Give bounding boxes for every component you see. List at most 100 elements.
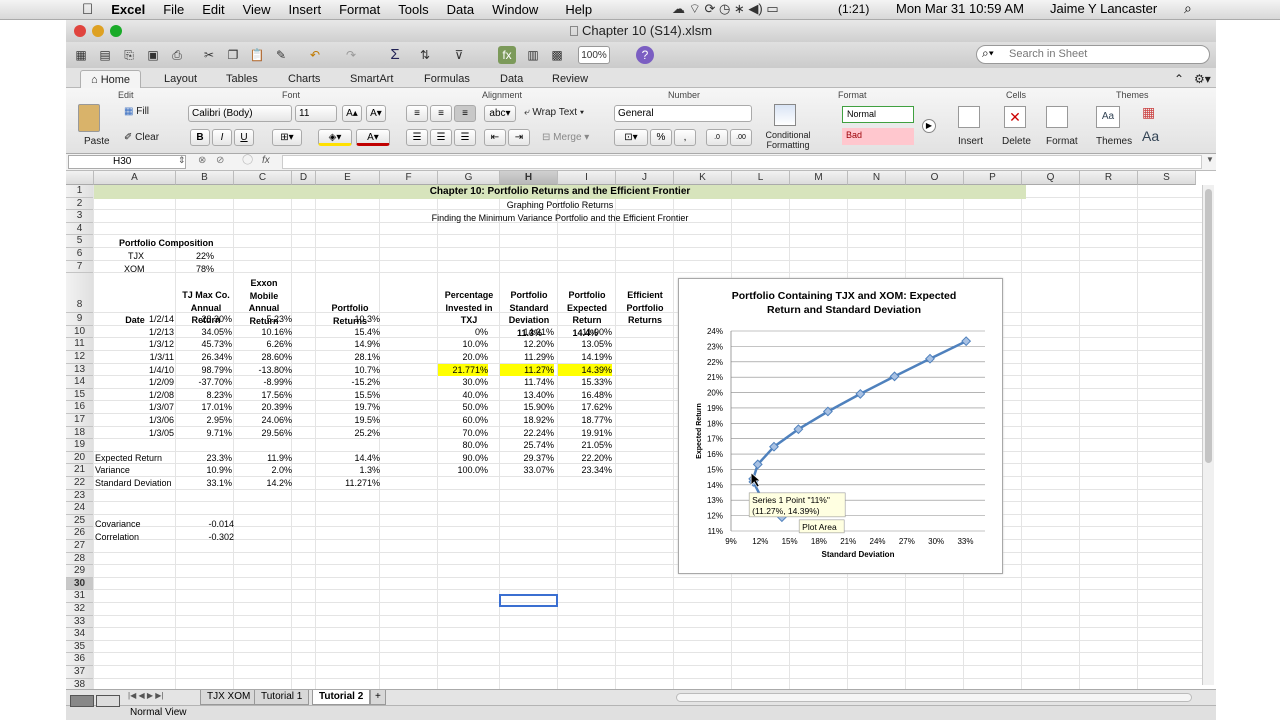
row-header-33[interactable]: 33 (66, 615, 94, 629)
stat-portfolio-cell[interactable]: 14.4% (318, 452, 380, 465)
sheet-subtitle-2[interactable]: Finding the Minimum Variance Portfolio a… (94, 212, 1026, 225)
row-header-26[interactable]: 26 (66, 527, 94, 540)
paste-icon[interactable]: 📋 (248, 46, 266, 64)
date-cell[interactable]: 1/2/14 (94, 313, 174, 326)
row-header-19[interactable]: 19 (66, 439, 94, 452)
add-sheet-button[interactable]: + (370, 690, 386, 705)
row-header-27[interactable]: 27 (66, 540, 94, 553)
column-header-r[interactable]: R (1080, 171, 1138, 185)
portfolio-std-cell[interactable]: 15.90% (500, 401, 554, 414)
column-header-n[interactable]: N (848, 171, 906, 185)
row-header-8[interactable]: 8 (66, 273, 94, 314)
portfolio-return-cell[interactable]: 19.7% (318, 401, 380, 414)
row-header-13[interactable]: 13 (66, 363, 94, 377)
portfolio-expected-cell[interactable]: 22.20% (558, 452, 612, 465)
column-header-j[interactable]: J (616, 171, 674, 185)
xom-weight[interactable]: 78% (178, 263, 214, 276)
sort-icon[interactable]: ⇅ (416, 46, 434, 64)
menu-view[interactable]: View (234, 2, 280, 17)
portfolio-expected-cell[interactable]: 14.39% (558, 363, 612, 377)
row-header-31[interactable]: 31 (66, 590, 94, 603)
sheet-tab-tutorial-1[interactable]: Tutorial 1 (254, 690, 310, 705)
align-right-icon[interactable]: ☰ (454, 129, 476, 146)
gallery-icon[interactable]: ▥ (524, 46, 542, 64)
font-size-select[interactable]: 11 (295, 105, 337, 122)
align-left-icon[interactable]: ☰ (406, 129, 428, 146)
portfolio-return-cell[interactable]: 15.5% (318, 389, 380, 402)
header-pct-invested[interactable]: Percentage Invested in TXJ (438, 289, 500, 327)
tjx-return-cell[interactable]: 9.71% (178, 427, 232, 440)
wrap-text-button[interactable]: ⤶ Wrap Text ▾ (524, 107, 584, 118)
portfolio-expected-cell[interactable]: 13.05% (558, 338, 612, 351)
row-header-12[interactable]: 12 (66, 351, 94, 364)
sheet-subtitle-1[interactable]: Graphing Portfolio Returns (94, 199, 1026, 212)
zoom-field[interactable]: 100% (578, 46, 610, 64)
page-layout-view-icon[interactable] (96, 695, 120, 707)
tjx-return-cell[interactable]: 26.34% (178, 351, 232, 364)
date-cell[interactable]: 1/3/05 (94, 427, 174, 440)
portfolio-return-cell[interactable]: -15.2% (318, 376, 380, 389)
covariance-value[interactable]: -0.014 (178, 518, 234, 531)
row-header-25[interactable]: 25 (66, 514, 94, 528)
row-header-7[interactable]: 7 (66, 260, 94, 274)
row-header-34[interactable]: 34 (66, 628, 94, 641)
select-all-corner[interactable] (66, 171, 94, 185)
portfolio-return-cell[interactable]: 19.5% (318, 414, 380, 427)
tab-smartart[interactable]: SmartArt (340, 70, 403, 88)
date-cell[interactable]: 1/2/13 (94, 326, 174, 339)
tab-home[interactable]: ⌂ Home (80, 70, 142, 88)
close-window-button[interactable] (74, 25, 86, 37)
portfolio-std-cell[interactable]: 29.37% (500, 452, 554, 465)
row-header-37[interactable]: 37 (66, 666, 94, 679)
column-header-i[interactable]: I (558, 171, 616, 185)
shrink-font-icon[interactable]: A▾ (366, 105, 386, 122)
portfolio-return-cell[interactable]: 28.1% (318, 351, 380, 364)
xom-return-cell[interactable]: -8.99% (236, 376, 292, 389)
column-header-c[interactable]: C (234, 171, 292, 185)
correlation-label[interactable]: Correlation (95, 531, 139, 544)
column-header-k[interactable]: K (674, 171, 732, 185)
row-header-16[interactable]: 16 (66, 401, 94, 414)
tjx-return-cell[interactable]: 28.30% (178, 313, 232, 326)
row-header-5[interactable]: 5 (66, 235, 94, 248)
undo-icon[interactable]: ↶ (306, 46, 324, 64)
xom-return-cell[interactable]: 20.39% (236, 401, 292, 414)
pct-invested-cell[interactable]: 50.0% (438, 401, 488, 414)
themes-icon[interactable]: Aa (1096, 106, 1120, 128)
column-header-p[interactable]: P (964, 171, 1022, 185)
merge-button[interactable]: ⊟ Merge ▾ (542, 132, 589, 143)
row-header-36[interactable]: 36 (66, 653, 94, 666)
tjx-return-cell[interactable]: -37.70% (178, 376, 232, 389)
stat-xom-cell[interactable]: 11.9% (236, 452, 292, 465)
row-header-2[interactable]: 2 (66, 197, 94, 211)
row-header-4[interactable]: 4 (66, 222, 94, 236)
portfolio-std-cell[interactable]: 11.29% (500, 351, 554, 364)
pct-invested-cell[interactable]: 70.0% (438, 427, 488, 440)
column-header-g[interactable]: G (438, 171, 500, 185)
number-format-select[interactable]: General (614, 105, 752, 122)
portfolio-std-cell[interactable]: 11.27% (500, 363, 554, 377)
stat-label[interactable]: Variance (95, 464, 130, 477)
row-header-17[interactable]: 17 (66, 414, 94, 427)
column-header-q[interactable]: Q (1022, 171, 1080, 185)
align-top-icon[interactable]: ≡ (406, 105, 428, 122)
header-portfolio-expected[interactable]: Portfolio Expected Return (558, 289, 616, 327)
tjx-label[interactable]: TJX (128, 250, 144, 263)
date-cell[interactable]: 1/2/09 (94, 376, 174, 389)
pct-invested-cell[interactable]: 90.0% (438, 452, 488, 465)
comma-button[interactable]: , (674, 129, 696, 146)
horizontal-scrollbar[interactable] (676, 693, 1192, 702)
zoom-window-button[interactable] (110, 25, 122, 37)
toolbox-icon[interactable]: ▩ (548, 46, 566, 64)
menu-edit[interactable]: Edit (193, 2, 233, 17)
format-cells-icon[interactable] (1046, 106, 1068, 128)
column-header-e[interactable]: E (316, 171, 380, 185)
row-header-18[interactable]: 18 (66, 426, 94, 440)
menu-data[interactable]: Data (438, 2, 483, 17)
column-header-s[interactable]: S (1138, 171, 1196, 185)
menu-app-name[interactable]: Excel (102, 2, 154, 17)
user-name[interactable]: Jaime Y Lancaster (1050, 1, 1157, 16)
row-header-9[interactable]: 9 (66, 313, 94, 326)
portfolio-expected-cell[interactable]: 16.48% (558, 389, 612, 402)
tab-formulas[interactable]: Formulas (414, 70, 480, 88)
